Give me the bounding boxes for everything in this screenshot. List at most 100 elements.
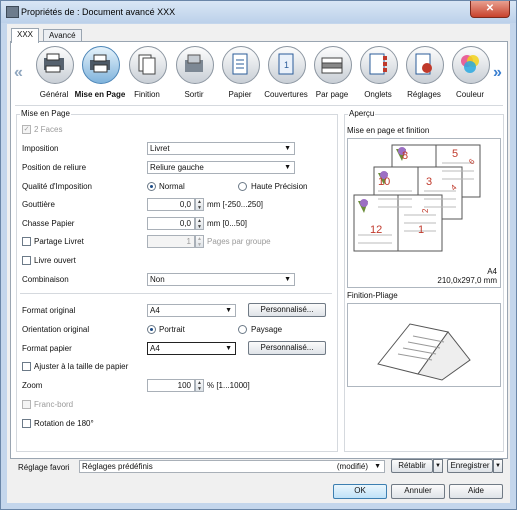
rotate-180-label: Rotation de 180° xyxy=(34,419,94,428)
category-per-page[interactable]: Par page xyxy=(309,46,355,102)
restore-button[interactable]: Rétablir xyxy=(391,459,433,473)
split-booklet-label: Partage Livret xyxy=(34,237,84,246)
preview-page-number: 2 xyxy=(421,208,430,213)
tab-panel: « » Général Mise en Page Finition Sortir… xyxy=(10,41,508,459)
zoom-unit: % [1...1000] xyxy=(207,381,250,390)
output-icon xyxy=(185,54,203,72)
category-settings[interactable]: Réglages xyxy=(401,46,447,102)
fold-preview xyxy=(347,303,501,387)
paper-size-custom-button[interactable]: Personnalisé... xyxy=(248,341,326,355)
scroll-left-icon[interactable]: « xyxy=(14,64,23,82)
landscape-radio[interactable] xyxy=(238,325,247,334)
printer-icon xyxy=(6,6,19,18)
layout-finishing-label: Mise en page et finition xyxy=(347,126,430,135)
binding-label: Position de reliure xyxy=(22,163,87,172)
preview-page-number: 5 xyxy=(452,148,458,160)
zoom-input[interactable]: 100 xyxy=(147,379,195,392)
preview-page-number: 10 xyxy=(378,176,390,188)
fold-finishing-label: Finition-Pliage xyxy=(347,291,398,300)
landscape-label: Paysage xyxy=(251,325,283,334)
creep-unit: mm [0...50] xyxy=(207,219,248,228)
per-page-icon xyxy=(321,57,343,74)
imposition-select[interactable]: Livret ▼ xyxy=(147,142,295,155)
quality-high-label: Haute Précision xyxy=(251,182,308,191)
favorite-select[interactable]: Réglages prédéfinis (modifié) ▼ xyxy=(79,460,385,473)
quality-high-radio[interactable] xyxy=(238,182,247,191)
split-booklet-checkbox[interactable] xyxy=(22,237,31,246)
portrait-radio[interactable] xyxy=(147,325,156,334)
category-layout[interactable]: Mise en Page xyxy=(75,46,125,102)
window-title: Propriétés de : Document avancé XXX xyxy=(21,7,176,17)
paper-icon xyxy=(232,53,248,75)
imposition-label: Imposition xyxy=(22,144,59,153)
preview-size-label: A4 xyxy=(487,267,497,276)
gutter-spinner[interactable]: ▲ ▼ xyxy=(195,198,204,211)
favorite-label: Réglage favori xyxy=(18,463,70,472)
category-tabs[interactable]: Onglets xyxy=(355,46,401,102)
bleed-checkbox[interactable] xyxy=(22,400,31,409)
close-button[interactable]: ✕ xyxy=(470,1,510,18)
booklet-preview-image: 8 5 6 10 3 4 12 1 2 xyxy=(353,144,481,252)
pages-per-group-spinner[interactable]: ▲ ▼ xyxy=(195,235,204,248)
ok-button[interactable]: OK xyxy=(333,484,387,499)
cover-icon: 1 xyxy=(278,53,294,75)
two-sides-checkbox[interactable]: ✓ xyxy=(22,125,31,134)
gutter-input[interactable]: 0,0 xyxy=(147,198,195,211)
binding-select[interactable]: Reliure gauche ▼ xyxy=(147,161,295,174)
zoom-spinner[interactable]: ▲ ▼ xyxy=(195,379,204,392)
original-size-select[interactable]: A4 ▼ xyxy=(147,304,236,317)
settings-icon xyxy=(415,53,432,75)
creep-spinner[interactable]: ▲ ▼ xyxy=(195,217,204,230)
cancel-button[interactable]: Annuler xyxy=(391,484,445,499)
tabs-icon xyxy=(369,53,387,75)
chevron-down-icon: ▼ xyxy=(225,307,232,314)
category-general[interactable]: Général xyxy=(31,46,77,102)
pages-per-group-unit: Pages par groupe xyxy=(207,237,271,246)
finishing-icon xyxy=(138,54,156,75)
help-button[interactable]: Aide xyxy=(449,484,503,499)
divider xyxy=(20,293,332,294)
save-dropdown-icon[interactable]: ▼ xyxy=(493,459,503,473)
divider xyxy=(15,105,503,106)
fit-paper-checkbox[interactable] xyxy=(22,362,31,371)
creep-input[interactable]: 0,0 xyxy=(147,217,195,230)
combination-select[interactable]: Non ▼ xyxy=(147,273,295,286)
two-sides-label: 2 Faces xyxy=(34,125,63,134)
chevron-down-icon: ▼ xyxy=(374,463,381,470)
pages-per-group-input[interactable]: 1 xyxy=(147,235,195,248)
zoom-label: Zoom xyxy=(22,381,43,390)
open-book-checkbox[interactable] xyxy=(22,256,31,265)
paper-size-select[interactable]: A4 ▼ xyxy=(147,342,236,355)
quality-label: Qualité d'Imposition xyxy=(22,182,93,191)
quality-normal-radio[interactable] xyxy=(147,182,156,191)
category-icon-bar: « » Général Mise en Page Finition Sortir… xyxy=(11,42,507,104)
layout-group-label: Mise en Page xyxy=(20,109,71,118)
dialog-client: XXX Avancé « » Général Mise en Page Fini… xyxy=(7,24,510,503)
category-finishing[interactable]: Finition xyxy=(124,46,170,102)
save-favorite-button[interactable]: Enregistrer xyxy=(447,459,493,473)
original-size-custom-button[interactable]: Personnalisé... xyxy=(248,303,326,317)
rotate-180-checkbox[interactable] xyxy=(22,419,31,428)
folded-booklet-icon xyxy=(377,323,471,381)
scroll-right-icon[interactable]: » xyxy=(493,64,502,82)
bleed-label: Franc-bord xyxy=(34,400,74,409)
category-color[interactable]: Couleur xyxy=(447,46,493,102)
preview-page-number: 12 xyxy=(370,224,382,236)
chevron-down-icon: ▼ xyxy=(284,276,291,283)
restore-dropdown-icon[interactable]: ▼ xyxy=(433,459,443,473)
quality-normal-label: Normal xyxy=(159,182,185,191)
svg-text:1: 1 xyxy=(284,60,289,70)
paper-size-label: Format papier xyxy=(22,344,72,353)
preview-page-number: 8 xyxy=(402,150,408,162)
layout-icon xyxy=(90,54,110,73)
title-bar: Propriétés de : Document avancé XXX ✕ xyxy=(1,1,516,23)
layout-preview: 8 5 6 10 3 4 12 1 2 A4 210,0x297,0 mm xyxy=(347,138,501,288)
category-paper[interactable]: Papier xyxy=(217,46,263,102)
combination-label: Combinaison xyxy=(22,275,69,284)
modified-indicator: (modifié) xyxy=(336,462,368,471)
properties-dialog: Propriétés de : Document avancé XXX ✕ XX… xyxy=(0,0,517,510)
preview-page-number: 3 xyxy=(426,176,432,188)
tab-xxx[interactable]: XXX xyxy=(11,28,40,43)
category-covers[interactable]: 1 Couvertures xyxy=(263,46,309,102)
category-output[interactable]: Sortir xyxy=(171,46,217,102)
